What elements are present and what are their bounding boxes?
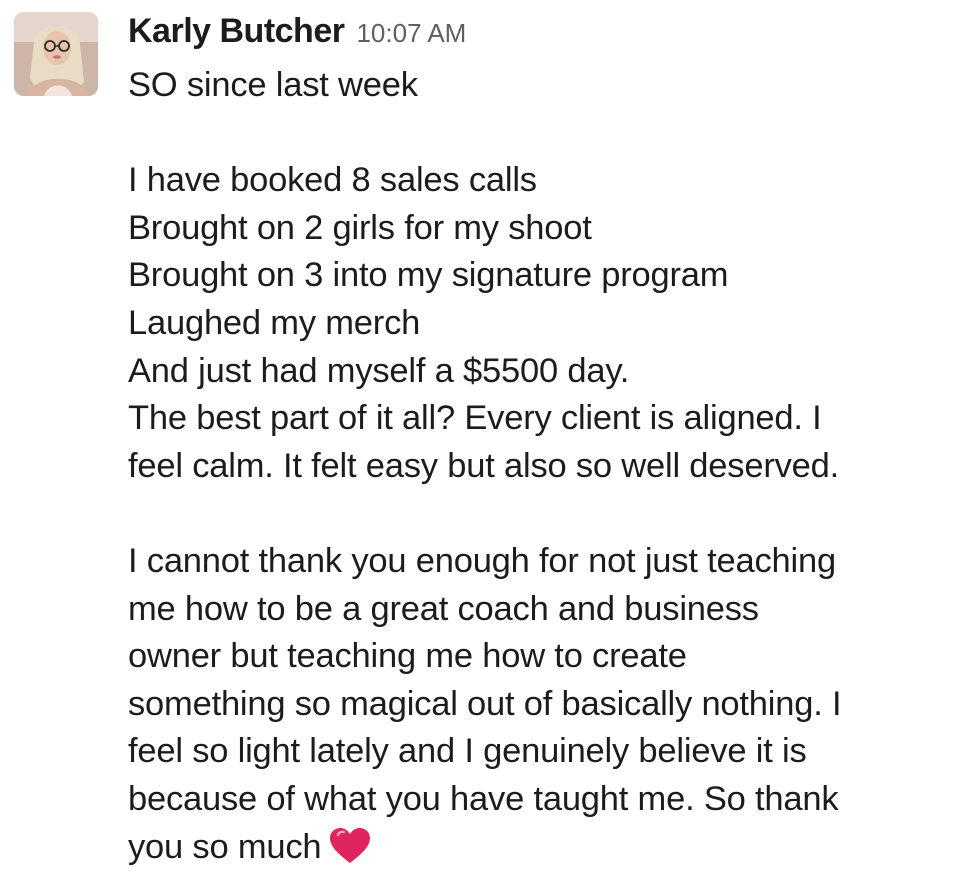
message-line: Brought on 3 into my signature program [128,252,956,300]
paragraph-gap [128,490,956,538]
heart-emoji-icon [329,827,371,878]
message-last-line: you so much [128,824,956,872]
message-line: And just had myself a $5500 day. [128,348,956,396]
message-line: Laughed my merch [128,300,956,348]
message-timestamp[interactable]: 10:07 AM [356,18,466,49]
message-header: Karly Butcher 10:07 AM [128,12,466,56]
message-body: SO since last week I have booked 8 sales… [128,62,956,871]
message-line: feel calm. It felt easy but also so well… [128,443,956,491]
message-line: I cannot thank you enough for not just t… [128,538,956,586]
message-line: me how to be a great coach and business [128,586,956,634]
message-line: something so magical out of basically no… [128,681,956,729]
message-line: owner but teaching me how to create [128,633,956,681]
message-line: SO since last week [128,62,956,110]
paragraph-gap [128,110,956,158]
message-line: The best part of it all? Every client is… [128,395,956,443]
avatar[interactable] [14,12,98,96]
message-line-text: you so much [128,828,321,866]
message-line: I have booked 8 sales calls [128,157,956,205]
message-line: Brought on 2 girls for my shoot [128,205,956,253]
message-line: feel so light lately and I genuinely bel… [128,728,956,776]
message-line: because of what you have taught me. So t… [128,776,956,824]
avatar-photo-icon [14,12,98,96]
chat-message: Karly Butcher 10:07 AM SO since last wee… [0,0,960,874]
sender-name[interactable]: Karly Butcher [128,12,344,51]
